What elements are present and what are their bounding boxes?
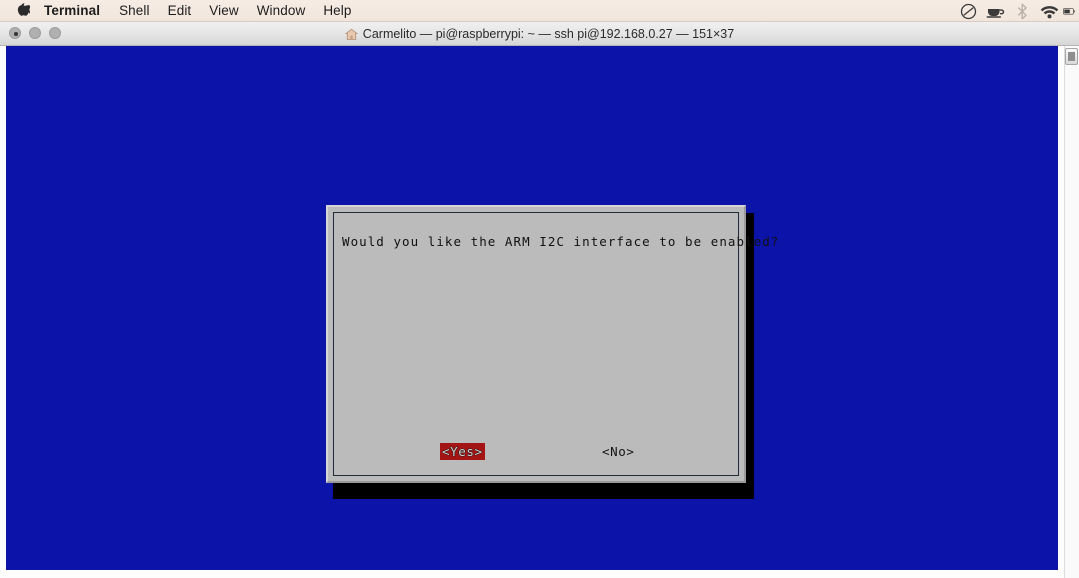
raspi-config-dialog: Would you like the ARM I2C interface to … (326, 205, 778, 483)
scrollbar-thumb[interactable] (1065, 48, 1078, 65)
wifi-icon[interactable] (1036, 0, 1062, 22)
menu-item-edit[interactable]: Edit (159, 0, 201, 22)
yes-button[interactable]: <Yes> (440, 443, 485, 460)
menu-item-shell[interactable]: Shell (110, 0, 159, 22)
dialog-inner-border (333, 212, 739, 476)
menu-item-help[interactable]: Help (314, 0, 360, 22)
minimize-button[interactable] (29, 27, 41, 39)
no-button[interactable]: <No> (600, 443, 637, 460)
terminal-screen[interactable]: Would you like the ARM I2C interface to … (6, 46, 1058, 570)
bluetooth-icon[interactable] (1009, 0, 1035, 22)
menu-bar-status-items (955, 0, 1075, 22)
window-title: Carmelito — pi@raspberrypi: ~ — ssh pi@1… (0, 22, 1079, 46)
home-icon (344, 28, 358, 41)
menu-item-view[interactable]: View (200, 0, 247, 22)
do-not-disturb-icon[interactable] (955, 0, 981, 22)
terminal-scrollbar[interactable] (1064, 46, 1079, 578)
window-title-text: Carmelito — pi@raspberrypi: ~ — ssh pi@1… (362, 27, 735, 41)
window-titlebar[interactable]: Carmelito — pi@raspberrypi: ~ — ssh pi@1… (0, 22, 1079, 46)
menu-bar-items: Terminal Shell Edit View Window Help (0, 0, 361, 22)
menu-item-window[interactable]: Window (248, 0, 315, 22)
apple-logo-icon[interactable] (12, 2, 34, 20)
terminal-window: Carmelito — pi@raspberrypi: ~ — ssh pi@1… (0, 22, 1079, 578)
menu-item-terminal[interactable]: Terminal (40, 0, 110, 22)
terminal-frame: Would you like the ARM I2C interface to … (0, 46, 1079, 578)
coffee-cup-icon[interactable] (982, 0, 1008, 22)
dialog-message: Would you like the ARM I2C interface to … (342, 234, 780, 249)
window-controls (9, 27, 61, 39)
battery-icon[interactable] (1063, 0, 1075, 22)
zoom-button[interactable] (49, 27, 61, 39)
dialog-button-row: <Yes> <No> (328, 443, 748, 463)
close-button[interactable] (9, 27, 21, 39)
mac-menu-bar: Terminal Shell Edit View Window Help (0, 0, 1079, 22)
